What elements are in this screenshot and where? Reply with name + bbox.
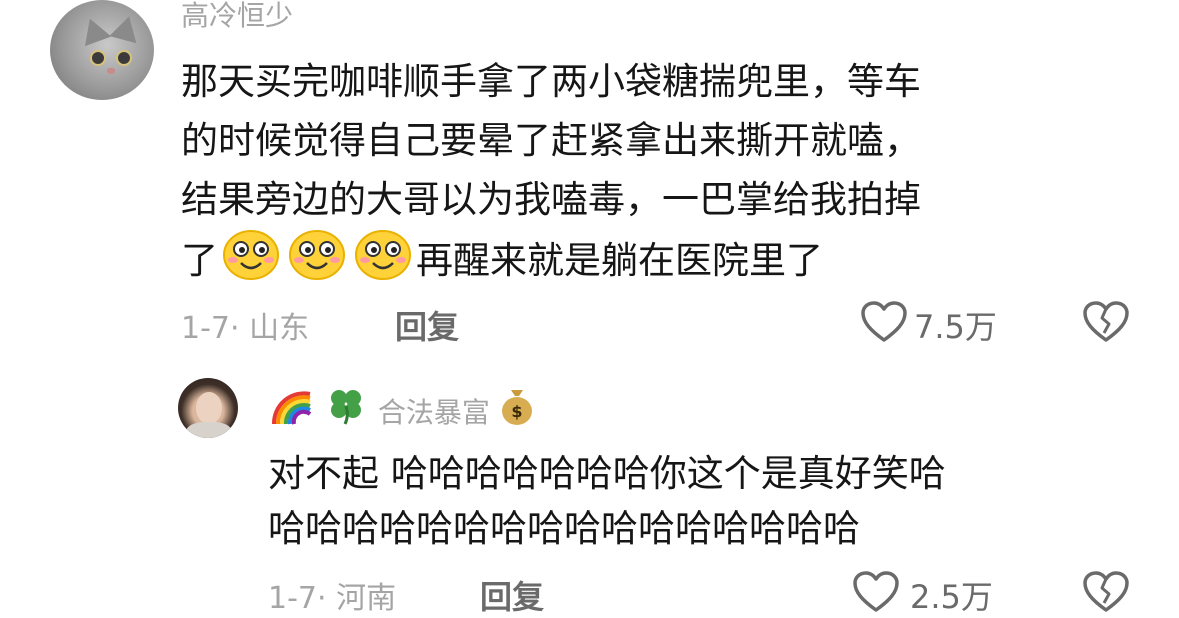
meta-separator: · (230, 311, 240, 346)
broken-heart-icon[interactable] (1082, 570, 1130, 614)
rainbow-icon (271, 391, 312, 425)
smile-emoji-icon (289, 230, 345, 280)
reply-meta: 1-7· 河南 (268, 573, 396, 617)
comment-location: 山东 (249, 311, 310, 346)
like-count: 7.5万 (914, 308, 997, 346)
meta-separator: · (317, 581, 327, 616)
comment-date: 1-7 (181, 311, 230, 346)
reply-reply-button[interactable]: 回复 (480, 572, 544, 618)
comment-text-line-2: 的时候觉得自己要晕了赶紧拿出来撕开就嗑， (181, 119, 921, 162)
comment-text-line-3: 结果旁边的大哥以为我嗑毒，一巴掌给我拍掉 (181, 178, 921, 221)
smile-emoji-icon (355, 230, 411, 280)
avatar[interactable] (50, 0, 154, 100)
heart-icon[interactable] (852, 570, 900, 614)
comment-meta: 1-7· 山东 (181, 303, 309, 347)
money-bag-icon: $ (501, 390, 532, 425)
comment-text-line-4: 了 再醒来就是躺在医院里了 (181, 229, 823, 290)
comment-text-line-4-end: 再醒来就是躺在医院里了 (416, 239, 823, 282)
reply-username-text: 合法暴富 (377, 396, 490, 429)
reply-text-line-2: 哈哈哈哈哈哈哈哈哈哈哈哈哈哈哈哈 (268, 507, 860, 550)
reply-username[interactable]: 合法暴富 $ (268, 386, 535, 431)
svg-text:$: $ (511, 402, 522, 421)
reply-date: 1-7 (268, 581, 317, 616)
clover-icon (330, 390, 361, 425)
smile-emoji-icon (223, 230, 279, 280)
comment-text-line-4-start: 了 (181, 239, 218, 282)
reply-avatar[interactable] (178, 378, 238, 438)
reply-text-line-1: 对不起 哈哈哈哈哈哈哈你这个是真好笑哈 (268, 452, 946, 495)
heart-icon[interactable] (860, 300, 908, 344)
reply-location: 河南 (336, 581, 397, 616)
reply-button[interactable]: 回复 (395, 302, 459, 348)
comment-text-line-1: 那天买完咖啡顺手拿了两小袋糖揣兜里，等车 (181, 60, 921, 103)
comment-username[interactable]: 高冷恒少 (181, 0, 293, 34)
broken-heart-icon[interactable] (1082, 300, 1130, 344)
reply-like-count: 2.5万 (910, 578, 993, 616)
